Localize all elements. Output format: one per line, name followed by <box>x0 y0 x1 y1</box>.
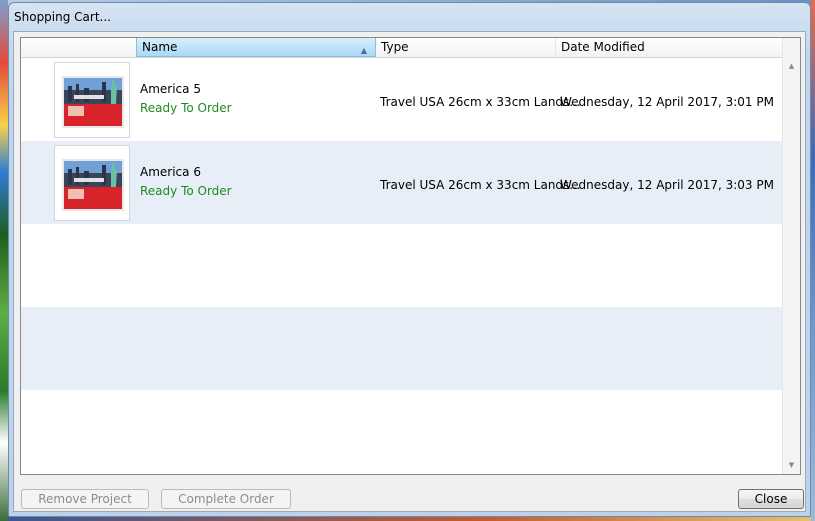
photo-book-thumbnail-icon <box>54 145 130 221</box>
column-header-type[interactable]: Type <box>376 38 556 57</box>
column-header-name-label: Name <box>142 40 178 54</box>
column-header-name[interactable]: Name ▲ <box>136 38 376 57</box>
cart-row[interactable]: America 5 Ready To Order Travel USA 26cm… <box>21 58 785 141</box>
project-status: Ready To Order <box>140 184 232 198</box>
photo-book-cover <box>62 159 124 211</box>
cart-list-view[interactable]: Name ▲ Type Date Modified America 5 Read… <box>20 37 801 475</box>
empty-row <box>21 390 785 473</box>
project-name: America 5 <box>140 82 201 96</box>
column-header-date-label: Date Modified <box>561 40 645 54</box>
project-status: Ready To Order <box>140 101 232 115</box>
window-title: Shopping Cart... <box>14 10 111 24</box>
project-date-modified: Wednesday, 12 April 2017, 3:01 PM <box>560 95 774 109</box>
cart-rows: America 5 Ready To Order Travel USA 26cm… <box>21 58 785 474</box>
photo-book-thumbnail-icon <box>54 62 130 138</box>
remove-project-button[interactable]: Remove Project <box>21 489 149 509</box>
project-type: Travel USA 26cm x 33cm Lands... <box>380 178 581 192</box>
scroll-up-arrow-icon[interactable]: ▲ <box>783 58 800 75</box>
empty-row <box>21 224 785 307</box>
project-date-modified: Wednesday, 12 April 2017, 3:03 PM <box>560 178 774 192</box>
desktop-background-right <box>811 0 815 521</box>
project-type: Travel USA 26cm x 33cm Lands... <box>380 95 581 109</box>
column-header-bar: Name ▲ Type Date Modified <box>21 38 785 58</box>
dialog-body: Name ▲ Type Date Modified America 5 Read… <box>13 31 806 512</box>
empty-row <box>21 307 785 390</box>
photo-book-cover <box>62 76 124 128</box>
vertical-scrollbar[interactable]: ▲ ▼ <box>782 38 800 474</box>
column-header-type-label: Type <box>381 40 409 54</box>
complete-order-button[interactable]: Complete Order <box>161 489 291 509</box>
project-name: America 6 <box>140 165 201 179</box>
title-bar[interactable]: Shopping Cart... <box>9 3 810 31</box>
desktop-background-left <box>0 0 8 521</box>
close-button[interactable]: Close <box>738 489 804 509</box>
cart-row[interactable]: America 6 Ready To Order Travel USA 26cm… <box>21 141 785 224</box>
shopping-cart-window: Shopping Cart... Name ▲ Type Date Modifi… <box>8 2 811 517</box>
scroll-down-arrow-icon[interactable]: ▼ <box>783 457 800 474</box>
column-header-date-modified[interactable]: Date Modified <box>556 38 785 57</box>
